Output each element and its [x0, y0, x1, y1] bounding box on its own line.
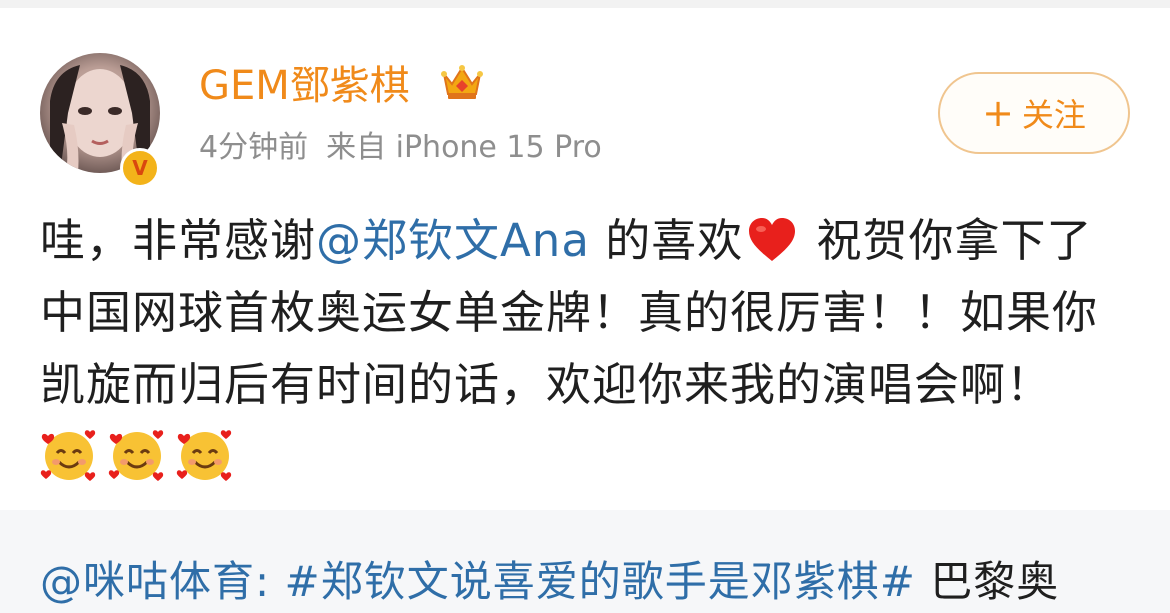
- post-meta: 4分钟前 来自 iPhone 15 Pro: [199, 128, 602, 168]
- red-heart-icon: [749, 218, 796, 261]
- post-text: 哇，非常感谢@郑钦文Ana 的喜欢 祝贺你拿下了中国网球首枚奥运女单金牌！真的很…: [40, 205, 1135, 493]
- mention-link[interactable]: @郑钦文Ana: [316, 214, 590, 267]
- smiling-face-with-hearts-icon: [40, 430, 96, 481]
- verified-badge-icon: V: [120, 148, 160, 188]
- top-divider: [0, 0, 1170, 8]
- plus-icon: +: [982, 91, 1014, 135]
- smiling-face-with-hearts-icon: [176, 430, 232, 481]
- crown-icon: [441, 65, 483, 99]
- quoted-text-segment: 巴黎奥: [915, 557, 1060, 606]
- post-text-segment: 哇，非常感谢: [40, 214, 317, 267]
- weibo-post-card: V GEM鄧紫棋 4分钟前 来自 iPhone 15 Pro + 关注 哇，非常感…: [0, 0, 1170, 613]
- post-source: 来自 iPhone 15 Pro: [326, 130, 602, 165]
- avatar-container[interactable]: V: [40, 53, 160, 188]
- username[interactable]: GEM鄧紫棋: [199, 60, 410, 112]
- quoted-post-text: @咪咕体育: #郑钦文说喜爱的歌手是邓紫棋# 巴黎奥: [40, 552, 1059, 612]
- quoted-mention-link[interactable]: @咪咕体育:: [40, 557, 270, 606]
- hashtag-link[interactable]: #郑钦文说喜爱的歌手是邓紫棋#: [270, 557, 916, 606]
- post-text-segment: 的喜欢: [589, 214, 744, 267]
- post-time: 4分钟前: [199, 130, 309, 165]
- quoted-post[interactable]: @咪咕体育: #郑钦文说喜爱的歌手是邓紫棋# 巴黎奥: [0, 510, 1170, 613]
- follow-label: 关注: [1021, 96, 1086, 134]
- smiling-face-with-hearts-icon: [108, 430, 164, 481]
- follow-button[interactable]: + 关注: [938, 72, 1130, 154]
